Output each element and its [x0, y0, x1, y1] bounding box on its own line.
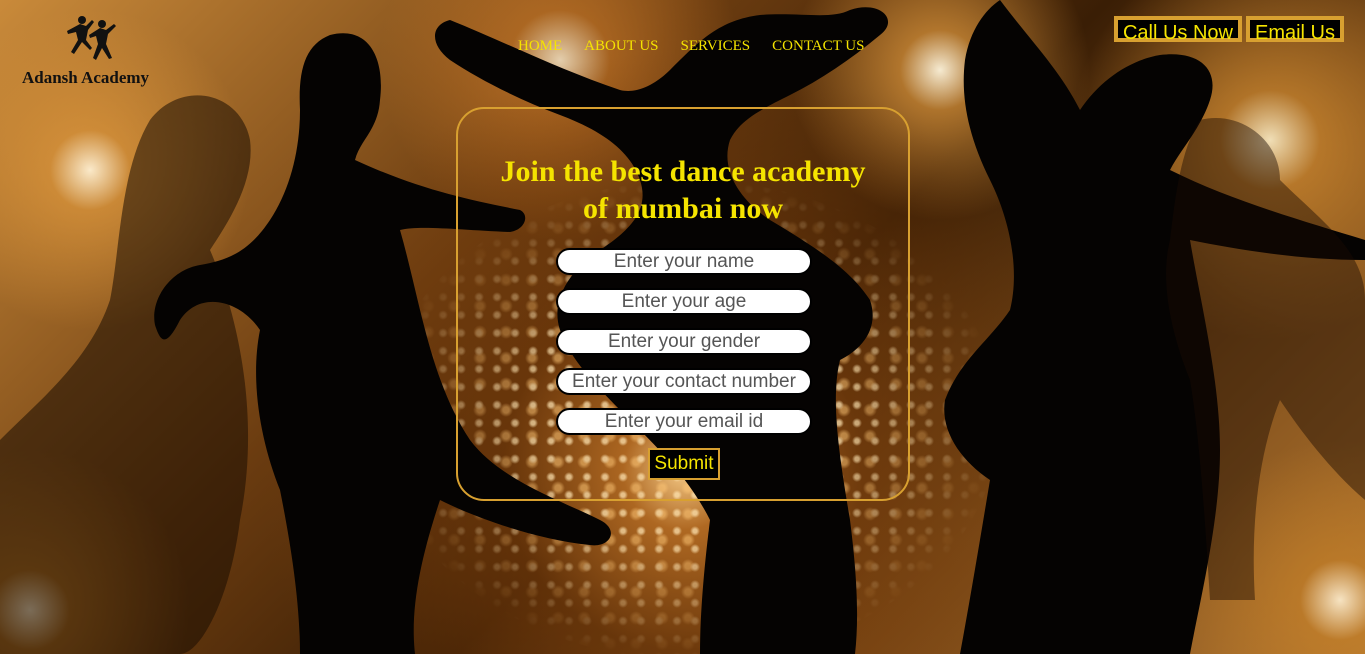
nav-services-link[interactable]: SERVICES	[681, 38, 751, 55]
signup-form-card: Join the best dance academy of mumbai no…	[456, 107, 910, 501]
name-input[interactable]	[556, 248, 812, 275]
nav-home-link[interactable]: HOME	[518, 38, 562, 55]
logo-text: Adansh Academy	[22, 68, 150, 87]
gender-input[interactable]	[556, 328, 812, 355]
email-input[interactable]	[556, 408, 812, 435]
form-title-line2: of mumbai now	[582, 192, 784, 225]
logo[interactable]: Adansh Academy	[22, 14, 162, 88]
dancers-logo-icon	[67, 16, 116, 60]
main-nav: HOME ABOUT US SERVICES CONTACT US	[518, 38, 886, 55]
nav-contact-link[interactable]: CONTACT US	[772, 38, 864, 55]
call-us-button[interactable]: Call Us Now	[1113, 16, 1242, 44]
form-title-line1: Join the best dance academy	[500, 155, 866, 188]
age-input[interactable]	[556, 288, 812, 315]
form-title: Join the best dance academy of mumbai no…	[458, 153, 908, 227]
contact-number-input[interactable]	[556, 368, 812, 395]
signup-form: Submit	[556, 248, 812, 480]
email-us-button[interactable]: Email Us	[1245, 16, 1344, 44]
nav-about-link[interactable]: ABOUT US	[584, 38, 658, 55]
header-actions: Call Us Now Email Us	[1113, 16, 1344, 44]
submit-button[interactable]: Submit	[648, 448, 720, 480]
